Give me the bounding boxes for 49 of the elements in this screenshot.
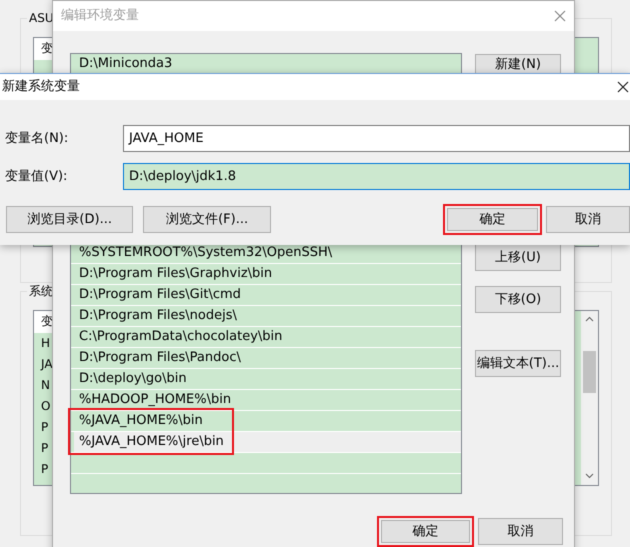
input-field[interactable]: D:\deploy\jdk1.8 [123,163,630,190]
window-title: 编辑环境变量 [61,7,139,26]
path-text: %HADOOP_HOME%\bin [79,392,232,407]
path-text: %SYSTEMROOT%\System32\OpenSSH\ [79,245,332,260]
list-item[interactable]: H [34,333,53,354]
side-button[interactable]: 下移(O) [475,286,561,313]
list-row[interactable]: %JAVA_HOME%\jre\bin [71,432,461,452]
list-row[interactable]: D:\deploy\go\bin [71,369,191,390]
path-text: D:\Program Files\Git\cmd [79,287,241,302]
field-label: 变量名(N): [4,130,70,148]
side-button[interactable]: 上移(U) [475,244,561,271]
close-icon[interactable] [617,81,629,93]
list-row[interactable]: %SYSTEMROOT%\System32\OpenSSH\ [71,243,336,264]
scrollbar[interactable] [581,311,598,485]
path-text: D:\Program Files\nodejs\ [79,308,237,323]
browse-button[interactable]: 浏览目录(D)... [6,206,134,233]
path-text: C:\ProgramData\chocolatey\bin [79,329,282,344]
field-label: 变量值(V): [4,168,68,186]
column-header: 变 [34,38,53,60]
side-button[interactable]: 编辑文本(T)... [475,350,561,377]
window-title: 新建系统变量 [2,78,80,96]
cancel-button[interactable]: 取消 [478,518,563,545]
column-header: 变 [34,311,53,333]
path-text: D:\Miniconda3 [79,56,172,71]
list-item[interactable]: P [34,417,53,438]
list-row[interactable]: D:\Miniconda3 [71,54,176,75]
path-text: D:\deploy\go\bin [79,371,187,386]
list-item[interactable]: N [34,375,53,396]
list-row[interactable]: D:\Program Files\Git\cmd [71,285,245,306]
list-item[interactable]: P [34,459,53,480]
list-item[interactable]: P [34,438,53,459]
list-row[interactable]: D:\Program Files\Pandoc\ [71,348,245,369]
list-item[interactable]: O [34,396,53,417]
list-row[interactable]: %JAVA_HOME%\bin [71,411,207,432]
path-text: %JAVA_HOME%\bin [79,413,203,428]
path-text: D:\Program Files\Graphviz\bin [79,266,272,281]
list-row[interactable]: C:\ProgramData\chocolatey\bin [71,327,286,348]
path-text: D:\Program Files\Pandoc\ [79,350,241,365]
list-row[interactable]: %HADOOP_HOME%\bin [71,390,236,411]
list-row[interactable]: D:\Program Files\Graphviz\bin [71,264,276,285]
input-field[interactable]: JAVA_HOME [123,125,630,152]
side-button[interactable]: 新建(N) [475,54,561,73]
list-item[interactable]: JA [34,354,53,375]
browse-button[interactable]: 浏览文件(F)... [143,206,271,233]
ok-button[interactable]: 确定 [377,516,474,547]
cancel-button[interactable]: 取消 [546,206,630,233]
list-row[interactable]: D:\Program Files\nodejs\ [71,306,241,327]
ok-button[interactable]: 确定 [442,204,542,235]
path-text: %JAVA_HOME%\jre\bin [79,434,224,449]
